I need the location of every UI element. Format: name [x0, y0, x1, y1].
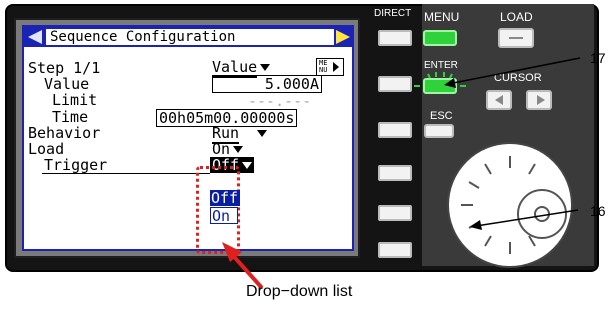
row-divider	[42, 173, 210, 174]
page-next-icon	[336, 30, 350, 44]
callout-lines	[444, 57, 581, 230]
dropdown-option-on[interactable]: On	[210, 207, 238, 224]
limit-label: Limit	[52, 91, 98, 109]
direct-button-2[interactable]	[378, 76, 412, 92]
chevron-down-icon	[257, 130, 268, 137]
page-prev-icon	[28, 30, 42, 44]
page-title: Sequence Configuration	[46, 29, 334, 45]
direct-button-1[interactable]	[378, 30, 412, 46]
time-label: Time	[52, 108, 89, 126]
value-label: Value	[44, 75, 90, 93]
load-button-label: LOAD	[500, 10, 533, 24]
direct-label: DIRECT	[374, 8, 412, 19]
limit-field: ---.---	[248, 92, 312, 110]
chevron-down-icon	[260, 64, 271, 71]
menu-tag-bottom: NU	[319, 66, 328, 74]
trigger-label: Trigger	[44, 156, 108, 174]
load-select[interactable]: On	[212, 140, 244, 160]
dropdown-caption: Drop−down list	[246, 283, 353, 300]
field-mode-select[interactable]: Value	[212, 58, 271, 78]
value-field[interactable]: 5.000A	[212, 75, 322, 93]
step-indicator: Step 1/1	[28, 59, 101, 77]
chevron-down-icon	[242, 162, 253, 169]
load-dash-icon	[509, 37, 523, 39]
menu-arrow-icon	[333, 62, 339, 72]
behavior-label: Behavior	[28, 124, 101, 142]
callout-16: 16	[590, 203, 606, 219]
direct-button-4[interactable]	[378, 165, 412, 181]
callout-17: 17	[590, 50, 606, 66]
lcd-screen: Sequence Configuration Step 1/1 Value ME…	[22, 25, 354, 251]
direct-button-6[interactable]	[378, 242, 412, 258]
menu-tag: ME NU	[316, 58, 344, 76]
arrow-head	[222, 242, 242, 262]
menu-label: MENU	[424, 10, 460, 24]
load-label: Load	[28, 140, 65, 158]
dropdown-option-off[interactable]: Off	[210, 190, 240, 206]
chevron-down-icon	[233, 146, 244, 153]
direct-button-5[interactable]	[378, 205, 412, 221]
direct-button-3[interactable]	[378, 122, 412, 138]
title-bar: Sequence Configuration	[24, 27, 352, 47]
behavior-select[interactable]: Run	[212, 124, 268, 144]
